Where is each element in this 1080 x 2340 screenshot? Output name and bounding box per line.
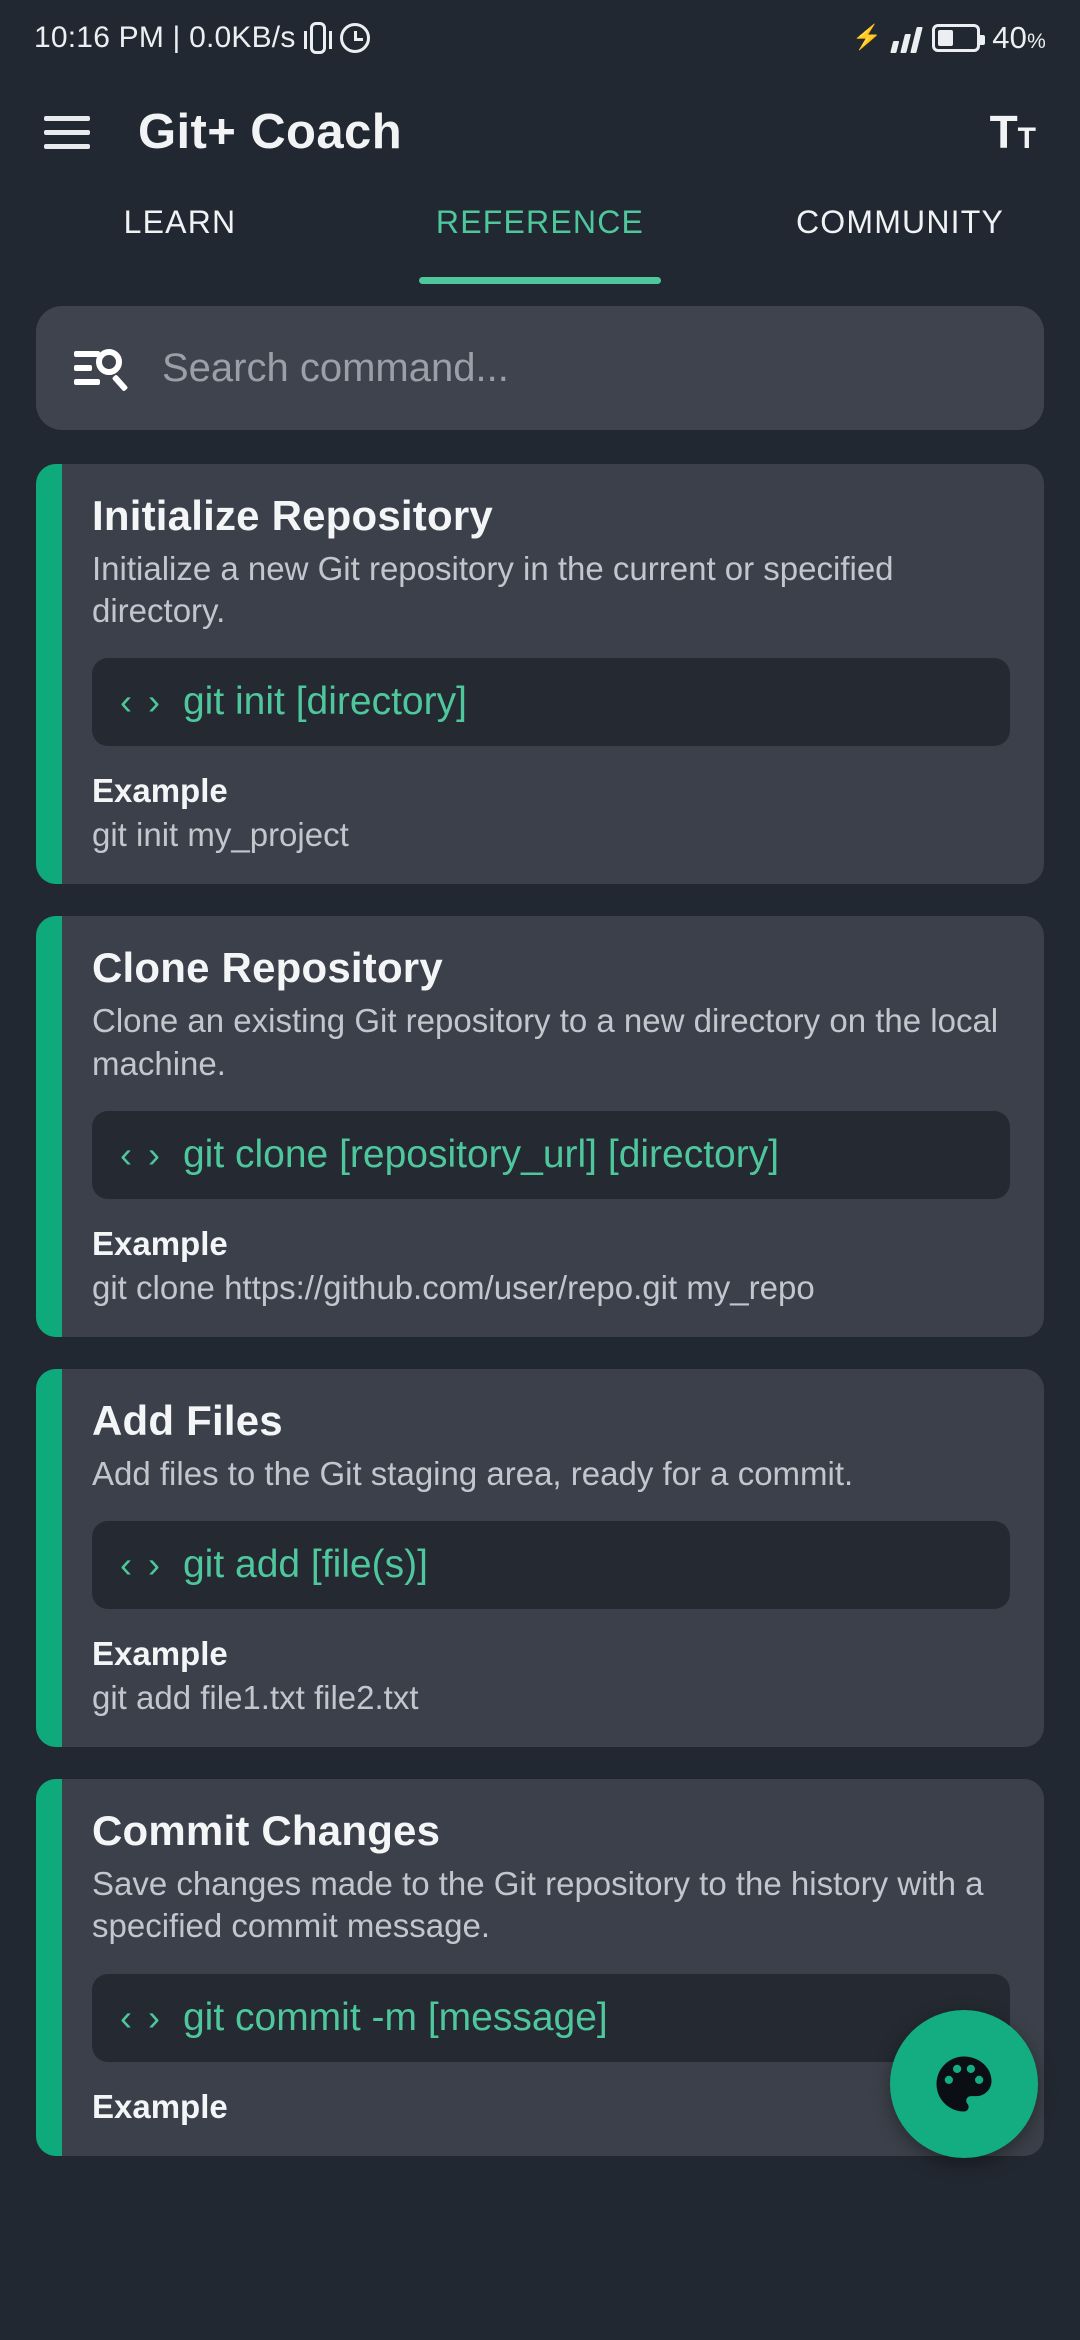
page-title: Git+ Coach [138, 105, 403, 159]
tab-bar: LEARN REFERENCE COMMUNITY [0, 188, 1080, 284]
command-title: Commit Changes [92, 1807, 441, 1855]
command-title: Clone Repository [92, 944, 443, 992]
tab-community-label: COMMUNITY [795, 204, 1005, 240]
command-card[interactable]: Add Files Add files to the Git staging a… [36, 1368, 1044, 1748]
command-description: Save changes made to the Git repository … [92, 1865, 984, 1945]
command-list: Initialize Repository Initialize a new G… [0, 430, 1080, 2156]
command-syntax: git clone [repository_url] [directory] [182, 1132, 780, 1176]
app-bar: Git+ Coach TT [0, 76, 1080, 188]
command-code-block[interactable]: ‹ › git init [directory] [92, 658, 1010, 747]
code-icon: ‹ › [120, 681, 163, 723]
search-input[interactable]: Search command... [36, 306, 1044, 430]
search-section: Search command... [0, 284, 1080, 430]
card-body: Clone Repository Clone an existing Git r… [62, 916, 1044, 1336]
card-accent-bar [36, 464, 62, 885]
command-title: Initialize Repository [92, 492, 493, 539]
status-bar-left: 10:16 PM | 0.0KB/s [34, 21, 370, 55]
code-icon: ‹ › [120, 1996, 163, 2038]
hamburger-menu-icon[interactable] [44, 115, 90, 149]
example-label: Example [92, 1635, 228, 1673]
battery-value: 40 [992, 20, 1028, 55]
card-body: Add Files Add files to the Git staging a… [62, 1369, 1044, 1747]
command-card[interactable]: Initialize Repository Initialize a new G… [36, 464, 1044, 885]
tab-reference[interactable]: REFERENCE [360, 188, 720, 284]
text-size-icon[interactable]: TT [990, 109, 1036, 155]
card-body: Initialize Repository Initialize a new G… [62, 464, 1044, 884]
text-size-big-letter: T [989, 106, 1018, 158]
clock-icon [339, 23, 370, 53]
command-code-block[interactable]: ‹ › git clone [repository_url] [director… [92, 1110, 1010, 1199]
theme-palette-fab[interactable] [890, 2010, 1038, 2158]
manage-search-icon [74, 345, 129, 392]
tab-active-indicator [419, 277, 661, 284]
command-code-block[interactable]: ‹ › git commit -m [message] [92, 1973, 1010, 2062]
command-description: Clone an existing Git repository to a ne… [92, 1002, 999, 1082]
tab-learn-label: LEARN [123, 204, 237, 240]
card-accent-bar [36, 916, 62, 1337]
example-text: git clone https://github.com/user/repo.g… [92, 1268, 815, 1306]
text-size-small-letter: T [1017, 122, 1036, 155]
battery-icon [932, 24, 986, 52]
example-text: git init my_project [92, 816, 349, 854]
battery-unit: % [1027, 30, 1046, 53]
command-syntax: git add [file(s)] [182, 1543, 428, 1587]
battery-percent: 40% [992, 20, 1046, 56]
example-label: Example [92, 2087, 228, 2125]
card-accent-bar [36, 1368, 62, 1748]
vibrate-icon [303, 22, 332, 54]
palette-icon [936, 2056, 992, 2112]
bolt-icon: ⚡ [852, 24, 883, 51]
card-accent-bar [36, 1779, 62, 2156]
code-icon: ‹ › [120, 1544, 163, 1586]
command-title: Add Files [92, 1396, 283, 1444]
status-bar-right: ⚡ 40% [852, 20, 1046, 56]
command-syntax: git commit -m [message] [182, 1995, 608, 2039]
tab-community[interactable]: COMMUNITY [720, 188, 1080, 284]
tab-learn[interactable]: LEARN [0, 188, 360, 284]
signal-bars-icon [890, 23, 923, 53]
example-label: Example [92, 772, 228, 810]
command-description: Initialize a new Git repository in the c… [92, 550, 894, 630]
tab-reference-label: REFERENCE [435, 204, 645, 240]
status-bar: 10:16 PM | 0.0KB/s ⚡ 40% [0, 0, 1080, 76]
command-description: Add files to the Git staging area, ready… [92, 1454, 854, 1492]
example-label: Example [92, 1224, 228, 1262]
example-text: git add file1.txt file2.txt [92, 1679, 419, 1717]
status-time-network: 10:16 PM | 0.0KB/s [34, 21, 296, 54]
code-icon: ‹ › [120, 1133, 163, 1175]
search-placeholder: Search command... [162, 345, 509, 390]
command-card[interactable]: Clone Repository Clone an existing Git r… [36, 916, 1044, 1337]
command-code-block[interactable]: ‹ › git add [file(s)] [92, 1521, 1010, 1610]
command-syntax: git init [directory] [182, 680, 467, 724]
